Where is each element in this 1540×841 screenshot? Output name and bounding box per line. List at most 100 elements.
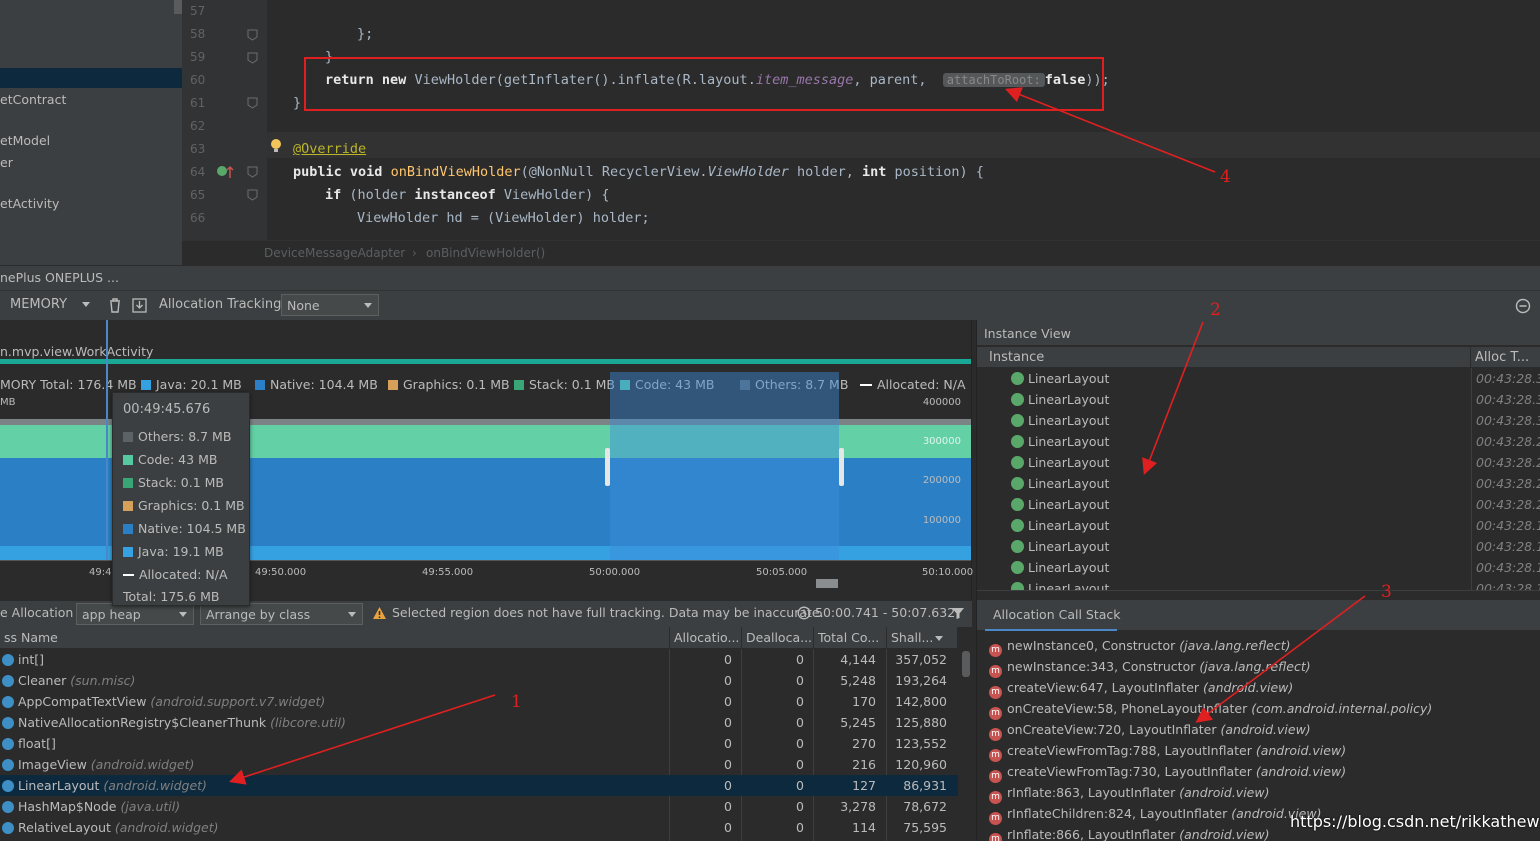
trash-icon[interactable] — [108, 298, 122, 313]
range-handle-left[interactable] — [605, 448, 610, 486]
selection-range[interactable] — [610, 372, 839, 560]
stack-frame[interactable]: m newInstance0, Constructor (java.lang.re… — [989, 638, 1290, 657]
instance-row[interactable]: LinearLayout 00:43:28.29 — [977, 431, 1540, 452]
table-row[interactable]: RelativeLayout (android.widget) 0 0 114 75,5… — [0, 817, 958, 838]
instance-icon — [1011, 477, 1024, 490]
stack-frame[interactable]: m createView:647, LayoutInflater (android… — [989, 680, 1293, 699]
chevron-down-icon — [364, 303, 372, 308]
total-count-cell: 114 — [852, 820, 876, 835]
instance-row[interactable]: LinearLayout 00:43:28.36 — [977, 368, 1540, 389]
profiler-dropdown[interactable]: MEMORY — [10, 297, 67, 312]
class-icon — [2, 654, 14, 666]
override-gutter-icon[interactable] — [216, 164, 236, 180]
class-icon — [2, 717, 14, 729]
scrollbar[interactable] — [174, 0, 182, 14]
shallow-size-cell: 123,552 — [895, 736, 947, 751]
stack-frame[interactable]: m rInflate:866, LayoutInflater (android.v… — [989, 827, 1269, 841]
instance-name: LinearLayout — [1028, 518, 1110, 533]
instance-row[interactable]: LinearLayout 00:43:28.21 — [977, 494, 1540, 515]
stack-frame[interactable]: m onCreateView:58, PhoneLayoutInflater (c… — [989, 701, 1432, 720]
instance-icon — [1011, 498, 1024, 511]
col-alloc-time[interactable]: Alloc T... — [1471, 346, 1540, 368]
instance-icon — [1011, 561, 1024, 574]
lightbulb-icon[interactable] — [268, 138, 284, 156]
instance-icon — [1011, 456, 1024, 469]
java-swatch — [141, 380, 151, 390]
table-row[interactable]: float[] 0 0 270 123,552 — [0, 733, 958, 754]
alloc-cell: 0 — [724, 715, 732, 730]
project-item[interactable]: etContract — [0, 92, 66, 107]
breadcrumb-class[interactable]: DeviceMessageAdapter — [264, 246, 405, 260]
table-scrollbar[interactable] — [962, 651, 970, 677]
collapse-icon[interactable] — [1515, 298, 1531, 314]
table-row[interactable]: ImageView (android.widget) 0 0 216 120,960 — [0, 754, 958, 775]
legend-stack: Stack: 0.1 MB — [514, 377, 615, 392]
col-label: Instance — [989, 350, 1045, 365]
table-row[interactable]: AppCompatTextView (android.support.v7.wi… — [0, 691, 958, 712]
frame-package: (android.view) — [1255, 743, 1347, 758]
heap-dump-icon[interactable] — [132, 298, 147, 313]
device-selector[interactable]: nePlus ONEPLUS ... — [0, 270, 119, 285]
total-count-cell: 216 — [852, 757, 876, 772]
col-deallocations[interactable]: Dealloca... — [742, 627, 814, 649]
breadcrumb-method[interactable]: onBindViewHolder() — [426, 246, 545, 260]
project-item[interactable]: er — [0, 155, 13, 170]
table-row[interactable]: Cleaner (sun.misc) 0 0 5,248 193,264 — [0, 670, 958, 691]
class-icon — [2, 675, 14, 687]
instance-row[interactable]: LinearLayout 00:43:28.24 — [977, 473, 1540, 494]
code-line-61: } — [293, 95, 302, 111]
total-count-cell: 127 — [852, 778, 876, 793]
col-shallow-size[interactable]: Shall... — [887, 627, 958, 649]
fold-markers[interactable] — [246, 26, 260, 238]
shallow-size-cell: 86,931 — [903, 778, 947, 793]
warning-icon — [373, 607, 386, 619]
project-item[interactable]: etModel — [0, 133, 50, 148]
instance-row[interactable]: LinearLayout 00:43:28.19 — [977, 515, 1540, 536]
col-total-count[interactable]: Total Co... — [814, 627, 887, 649]
frame-package: (android.view) — [1179, 827, 1270, 841]
selected-row[interactable] — [0, 68, 182, 88]
table-row[interactable]: LinearLayout (android.widget) 0 0 127 86,931 — [0, 775, 958, 796]
stack-frame[interactable]: m createViewFromTag:788, LayoutInflater (… — [989, 743, 1346, 762]
filter-icon[interactable] — [951, 606, 965, 620]
timeline-scrollbar[interactable] — [816, 579, 838, 588]
stack-frame[interactable]: m rInflate:863, LayoutInflater (android.v… — [989, 785, 1269, 804]
chevron-down-icon[interactable] — [82, 302, 90, 307]
table-row[interactable]: HashMap$Node (java.util) 0 0 3,278 78,672 — [0, 796, 958, 817]
col-instance[interactable]: Instance — [977, 346, 1471, 368]
total-count-cell: 3,278 — [840, 799, 876, 814]
col-allocations[interactable]: Allocatio... — [670, 627, 742, 649]
breadcrumb-separator: › — [412, 246, 417, 260]
instance-row[interactable]: LinearLayout 00:43:28.31 — [977, 410, 1540, 431]
project-item[interactable]: etActivity — [0, 196, 59, 211]
frame-package: (java.lang.reflect) — [1199, 659, 1311, 674]
table-row[interactable]: int[] 0 0 4,144 357,052 — [0, 649, 958, 670]
stack-frame[interactable]: m newInstance:343, Constructor (java.lang… — [989, 659, 1311, 678]
alloc-cell: 0 — [724, 799, 732, 814]
code-editor[interactable]: }; } return new ViewHolder(getInflater()… — [267, 0, 1540, 240]
col-class-name[interactable]: ss Name — [0, 627, 670, 649]
instance-row[interactable]: LinearLayout 00:43:28.13 — [977, 557, 1540, 578]
instance-row[interactable]: LinearLayout 00:43:28.10 — [977, 578, 1540, 590]
stack-frame[interactable]: m createViewFromTag:730, LayoutInflater (… — [989, 764, 1346, 783]
splitter[interactable] — [977, 590, 1540, 600]
instance-list: LinearLayout 00:43:28.36 LinearLayout 00:43… — [977, 368, 1540, 590]
playhead[interactable] — [106, 320, 108, 560]
table-row[interactable]: NativeAllocationRegistry$CleanerThunk (l… — [0, 712, 958, 733]
frame-package: (android.view) — [1220, 722, 1311, 737]
stack-frame[interactable]: m rInflateChildren:824, LayoutInflater (a… — [989, 806, 1321, 825]
tab-allocation-call-stack[interactable]: Allocation Call Stack — [985, 600, 1121, 631]
allocation-tracking-select[interactable]: None — [281, 294, 379, 316]
instance-row[interactable]: LinearLayout 00:43:28.26 — [977, 452, 1540, 473]
range-handle-right[interactable] — [839, 448, 844, 486]
instance-name: LinearLayout — [1028, 434, 1110, 449]
code-text: ViewHolder) { — [495, 187, 610, 203]
stack-frame[interactable]: m onCreateView:720, LayoutInflater (andro… — [989, 722, 1311, 741]
heap-select[interactable]: app heap — [76, 603, 194, 625]
arrange-select[interactable]: Arrange by class — [200, 603, 363, 625]
method-icon: m — [989, 707, 1002, 720]
frame-method: newInstance:343, Constructor — [1007, 659, 1196, 674]
class-name: NativeAllocationRegistry$CleanerThunk — [18, 715, 267, 730]
instance-row[interactable]: LinearLayout 00:43:28.15 — [977, 536, 1540, 557]
instance-row[interactable]: LinearLayout 00:43:28.34 — [977, 389, 1540, 410]
